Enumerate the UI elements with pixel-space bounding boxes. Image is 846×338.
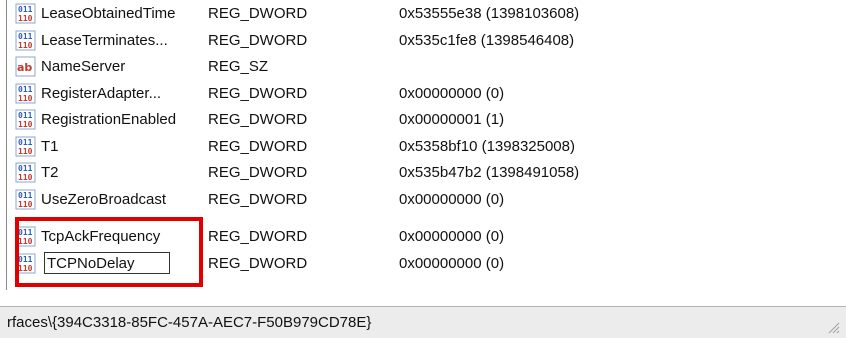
value-data: 0x53555e38 (1398103608) [399,5,580,22]
registry-values-list[interactable]: 011 110 LeaseObtainedTime REG_DWORD 0x535… [6,0,846,290]
svg-text:011: 011 [18,32,33,41]
value-name: NameServer [41,58,126,75]
registry-value-row[interactable]: 011 110 LeaseObtainedTime REG_DWORD 0x535… [15,2,815,26]
value-type: REG_DWORD [208,228,308,245]
reg-binary-icon: 011 110 [15,3,36,24]
svg-text:ab: ab [17,61,32,74]
value-type: REG_DWORD [208,191,308,208]
value-type: REG_DWORD [208,111,308,128]
value-name: LeaseTerminates... [41,32,168,49]
svg-text:110: 110 [18,94,33,103]
svg-text:011: 011 [18,138,33,147]
value-type: REG_DWORD [208,255,308,272]
reg-binary-icon: 011 110 [15,83,36,104]
value-type: REG_DWORD [208,164,308,181]
registry-value-row[interactable]: 011 110 UseZeroBroadcast REG_DWORD 0x0000… [15,188,815,212]
status-bar-path: rfaces\{394C3318-85FC-457A-AEC7-F50B979C… [7,314,372,331]
svg-text:011: 011 [18,191,33,200]
value-data: 0x00000000 (0) [399,85,505,102]
svg-text:110: 110 [18,173,33,182]
svg-text:011: 011 [18,164,33,173]
value-type: REG_SZ [208,58,269,75]
value-data: 0x535c1fe8 (1398546408) [399,32,575,49]
value-data: 0x00000000 (0) [399,255,505,272]
value-data: 0x00000000 (0) [399,228,505,245]
svg-text:110: 110 [18,41,33,50]
registry-value-row[interactable]: 011 110 LeaseTerminates... REG_DWORD 0x53… [15,29,815,53]
resize-grip-icon[interactable] [826,320,840,334]
svg-text:011: 011 [18,111,33,120]
value-name: RegisterAdapter... [41,85,162,102]
value-data: 0x00000001 (1) [399,111,505,128]
svg-text:011: 011 [18,85,33,94]
value-type: REG_DWORD [208,5,308,22]
reg-binary-icon: 011 110 [15,189,36,210]
status-bar: rfaces\{394C3318-85FC-457A-AEC7-F50B979C… [0,306,846,338]
value-name: T2 [41,164,59,181]
value-data: 0x00000000 (0) [399,191,505,208]
value-type: REG_DWORD [208,85,308,102]
value-type: REG_DWORD [208,32,308,49]
red-highlight-box [15,217,203,287]
registry-value-row[interactable]: 011 110 RegisterAdapter... REG_DWORD 0x00… [15,82,815,106]
reg-string-icon: ab [15,56,36,77]
svg-text:110: 110 [18,14,33,23]
reg-binary-icon: 011 110 [15,30,36,51]
svg-text:110: 110 [18,147,33,156]
registry-value-row[interactable]: 011 110 T2 REG_DWORD 0x535b47b2 (13984910… [15,161,815,185]
value-type: REG_DWORD [208,138,308,155]
registry-value-row[interactable]: 011 110 RegistrationEnabled REG_DWORD 0x0… [15,108,815,132]
value-name: T1 [41,138,59,155]
svg-text:110: 110 [18,200,33,209]
reg-binary-icon: 011 110 [15,162,36,183]
svg-text:110: 110 [18,120,33,129]
value-data: 0x535b47b2 (1398491058) [399,164,580,181]
reg-binary-icon: 011 110 [15,109,36,130]
svg-text:011: 011 [18,5,33,14]
value-name: RegistrationEnabled [41,111,177,128]
reg-binary-icon: 011 110 [15,136,36,157]
value-name: UseZeroBroadcast [41,191,167,208]
value-data: 0x5358bf10 (1398325008) [399,138,575,155]
registry-value-row[interactable]: ab NameServer REG_SZ [15,55,815,79]
registry-value-row[interactable]: 011 110 T1 REG_DWORD 0x5358bf10 (13983250… [15,135,815,159]
value-name: LeaseObtainedTime [41,5,176,22]
